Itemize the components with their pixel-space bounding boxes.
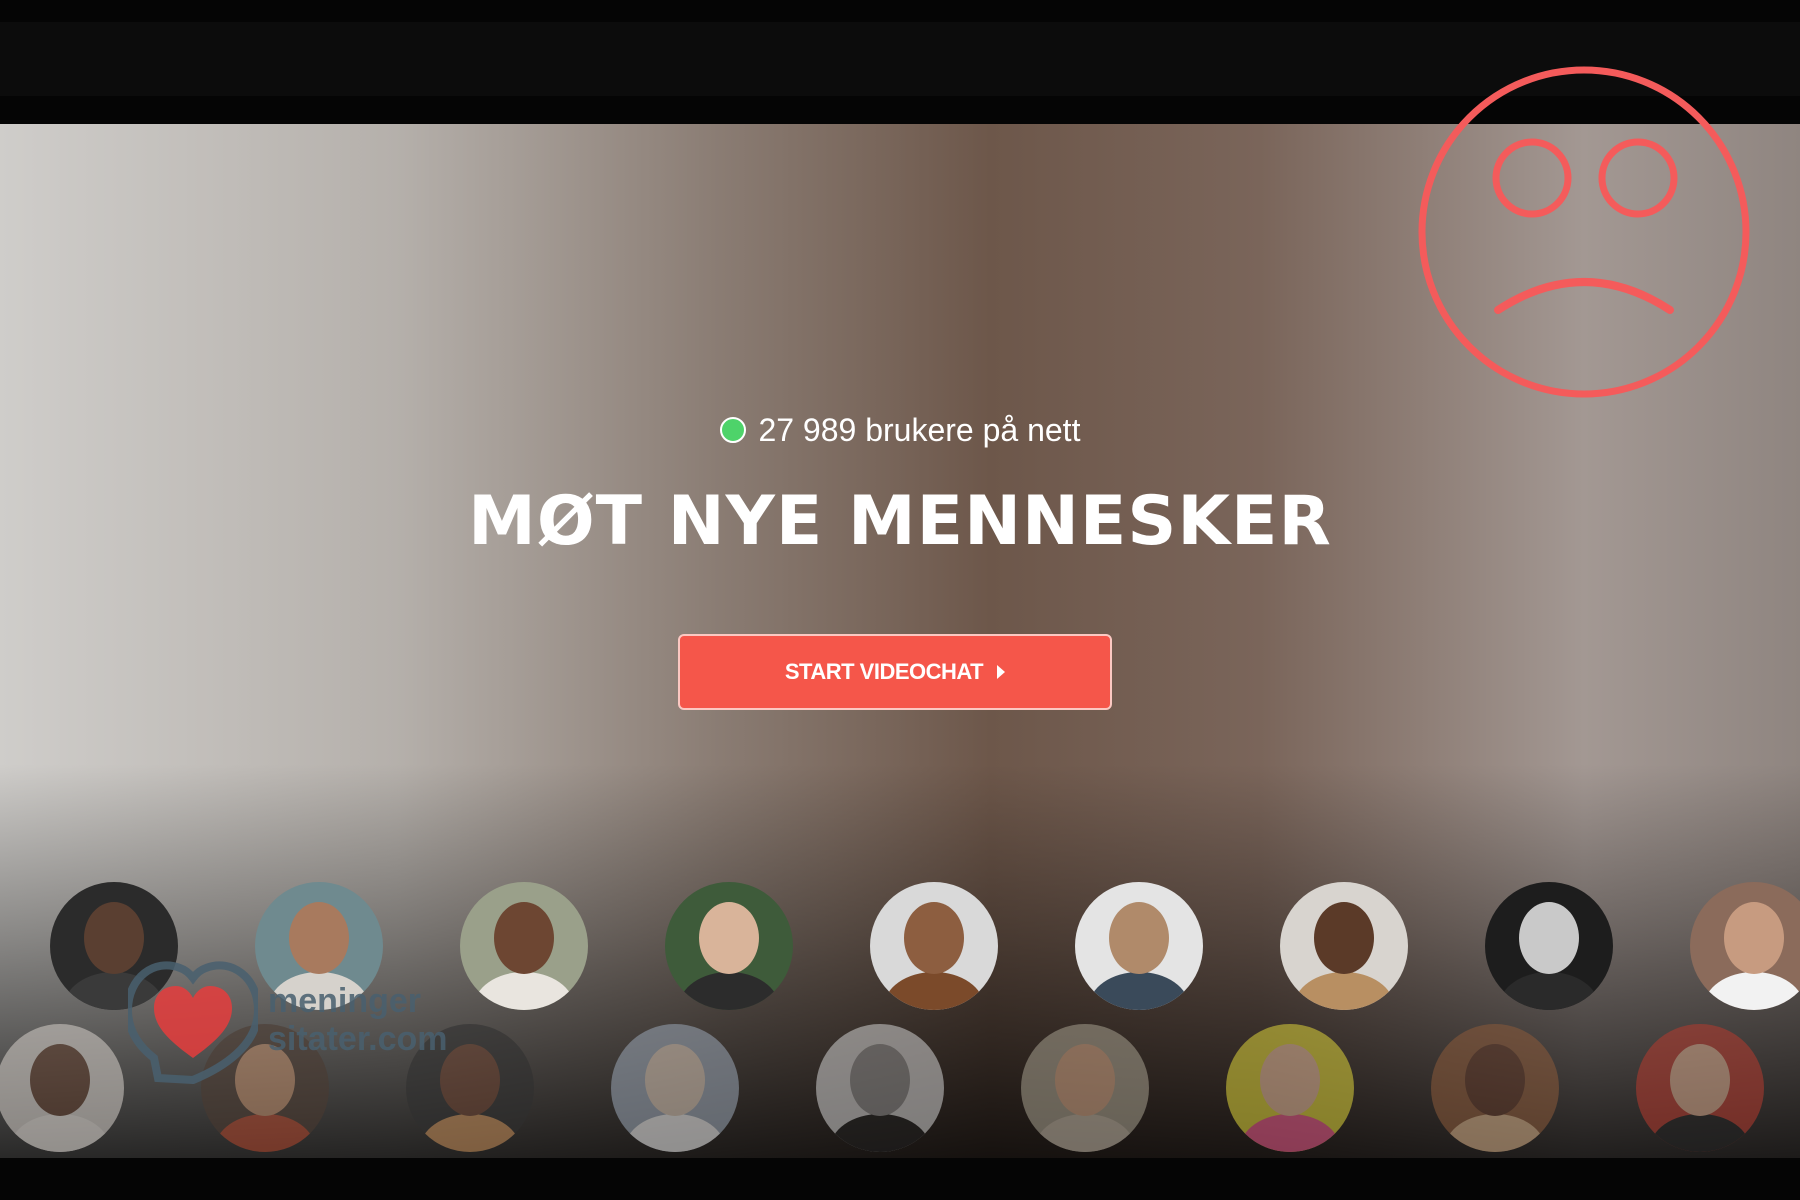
avatar-head xyxy=(1465,1044,1525,1116)
avatar-head xyxy=(1724,902,1784,974)
heart-speech-bubble-icon xyxy=(128,961,258,1085)
watermark-line-1: meninger xyxy=(268,982,422,1020)
avatar-body xyxy=(1089,972,1189,1010)
avatar-head xyxy=(1314,902,1374,974)
user-avatar xyxy=(611,1024,739,1152)
avatar-head xyxy=(1109,902,1169,974)
avatar-head xyxy=(699,902,759,974)
avatar-body xyxy=(884,972,984,1010)
user-avatar xyxy=(1075,882,1203,1010)
user-avatar xyxy=(1431,1024,1559,1152)
avatar-body xyxy=(10,1114,110,1152)
avatar-body xyxy=(625,1114,725,1152)
avatar-head xyxy=(850,1044,910,1116)
watermark: meninger sitater.com xyxy=(128,950,488,1090)
sad-face-icon xyxy=(1418,66,1750,398)
user-avatar xyxy=(0,1024,124,1152)
user-avatar xyxy=(816,1024,944,1152)
avatar-body xyxy=(830,1114,930,1152)
avatar-body xyxy=(1294,972,1394,1010)
avatar-body xyxy=(679,972,779,1010)
avatar-body xyxy=(420,1114,520,1152)
hero-headline: MØT NYE MENNESKER xyxy=(468,482,1332,561)
avatar-body xyxy=(215,1114,315,1152)
avatar-head xyxy=(1055,1044,1115,1116)
user-avatar xyxy=(1021,1024,1149,1152)
avatar-head xyxy=(904,902,964,974)
online-users-count: 27 989 brukere på nett xyxy=(758,412,1081,448)
bottom-black-bar xyxy=(0,1158,1800,1200)
avatar-head xyxy=(494,902,554,974)
user-avatar xyxy=(1485,882,1613,1010)
user-avatar xyxy=(1280,882,1408,1010)
start-videochat-label: START VIDEOCHAT xyxy=(784,659,984,684)
watermark-line-2: sitater.com xyxy=(268,1020,448,1058)
avatar-body xyxy=(474,972,574,1010)
watermark-text: meninger sitater.com xyxy=(268,982,448,1058)
avatar-head xyxy=(1260,1044,1320,1116)
user-avatar xyxy=(870,882,998,1010)
online-status-dot-icon xyxy=(719,417,746,443)
avatar-head xyxy=(645,1044,705,1116)
avatar-body xyxy=(1035,1114,1135,1152)
avatar-head xyxy=(1670,1044,1730,1116)
avatar-body xyxy=(1240,1114,1340,1152)
user-avatar xyxy=(665,882,793,1010)
user-avatar xyxy=(1226,1024,1354,1152)
play-triangle-icon xyxy=(997,665,1006,679)
avatar-body xyxy=(1499,972,1599,1010)
user-avatar xyxy=(1636,1024,1764,1152)
avatar-body xyxy=(1704,972,1800,1010)
online-users-indicator: 27 989 brukere på nett xyxy=(0,412,1800,449)
avatar-body xyxy=(1650,1114,1750,1152)
avatar-body xyxy=(1445,1114,1545,1152)
start-videochat-button[interactable]: START VIDEOCHAT xyxy=(678,634,1112,710)
avatar-head xyxy=(30,1044,90,1116)
avatar-head xyxy=(1519,902,1579,974)
